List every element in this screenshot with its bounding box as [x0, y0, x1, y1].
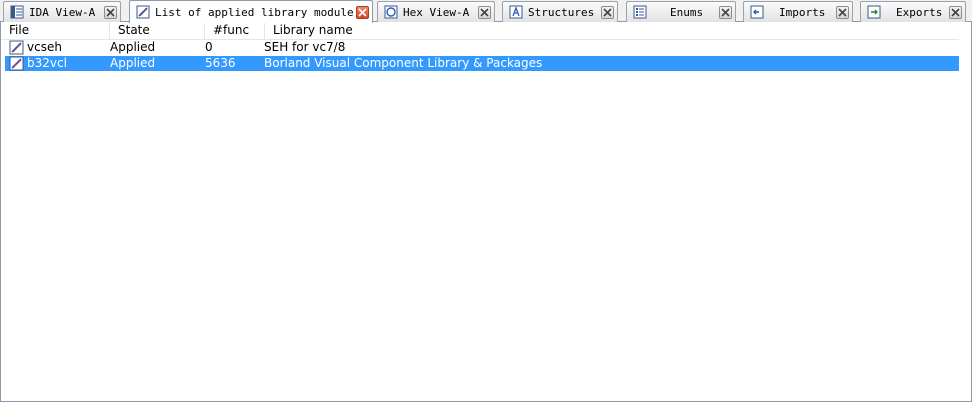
- cell-state: Applied: [110, 40, 156, 54]
- cell-func-count: 5636: [205, 56, 236, 70]
- tab-label: Structures: [528, 5, 595, 19]
- close-tab-button[interactable]: [478, 5, 491, 19]
- tab-exports[interactable]: Exports: [860, 1, 966, 22]
- tab-label: IDA View-A: [29, 5, 96, 19]
- library-module-icon: [9, 40, 24, 55]
- table-row[interactable]: vcseh Applied 0 SEH for vc7/8: [5, 40, 959, 55]
- column-header-state[interactable]: State: [110, 22, 205, 39]
- tab-label: Exports: [896, 5, 943, 19]
- close-tab-button[interactable]: [836, 5, 849, 19]
- cell-library-name: Borland Visual Component Library & Packa…: [264, 56, 543, 70]
- library-modules-icon: [136, 5, 150, 19]
- table-row[interactable]: b32vcl Applied 5636 Borland Visual Compo…: [5, 56, 959, 71]
- column-header-func-count[interactable]: #func: [205, 22, 265, 39]
- tab-structures[interactable]: Structures: [502, 1, 618, 22]
- close-icon: [480, 7, 489, 17]
- cell-func-count: 0: [205, 40, 213, 54]
- close-tab-button[interactable]: [104, 5, 117, 19]
- library-modules-list: File State #func Library name vcseh Appl…: [0, 22, 972, 402]
- tab-ida-view-a[interactable]: IDA View-A: [3, 1, 121, 22]
- tab-label: List of applied library modules: [155, 5, 353, 19]
- close-icon: [106, 7, 115, 17]
- column-header-file[interactable]: File: [1, 22, 110, 39]
- tab-label: Hex View-A: [403, 5, 470, 19]
- tab-enums[interactable]: Enums: [626, 1, 736, 22]
- imports-icon: [750, 5, 764, 19]
- tab-label: Enums: [670, 5, 704, 19]
- tab-imports[interactable]: Imports: [743, 1, 853, 22]
- close-icon: [721, 7, 730, 17]
- column-header-library-name[interactable]: Library name: [265, 22, 959, 39]
- tab-list-of-applied-library-modules[interactable]: List of applied library modules: [129, 0, 373, 23]
- structures-icon: [509, 5, 523, 19]
- cell-file: vcseh: [27, 40, 62, 54]
- close-tab-button[interactable]: [601, 5, 614, 19]
- ida-view-icon: [10, 5, 24, 19]
- cell-file: b32vcl: [27, 56, 67, 70]
- tab-hex-view-a[interactable]: Hex View-A: [377, 1, 495, 22]
- hex-view-icon: [384, 5, 398, 19]
- enums-icon: [633, 5, 647, 19]
- cell-state: Applied: [110, 56, 156, 70]
- close-icon: [603, 7, 612, 17]
- library-module-icon: [9, 56, 24, 71]
- cell-library-name: SEH for vc7/8: [264, 40, 346, 54]
- list-header: File State #func Library name: [1, 22, 959, 40]
- exports-icon: [867, 5, 881, 19]
- tab-bar: IDA View-A List of applied library modul…: [0, 0, 972, 23]
- close-tab-button[interactable]: [356, 5, 369, 19]
- tab-label: Imports: [779, 5, 826, 19]
- close-tab-button[interactable]: [719, 5, 732, 19]
- close-icon: [838, 7, 847, 17]
- close-icon: [358, 7, 367, 17]
- close-icon: [951, 7, 960, 17]
- close-tab-button[interactable]: [949, 5, 962, 19]
